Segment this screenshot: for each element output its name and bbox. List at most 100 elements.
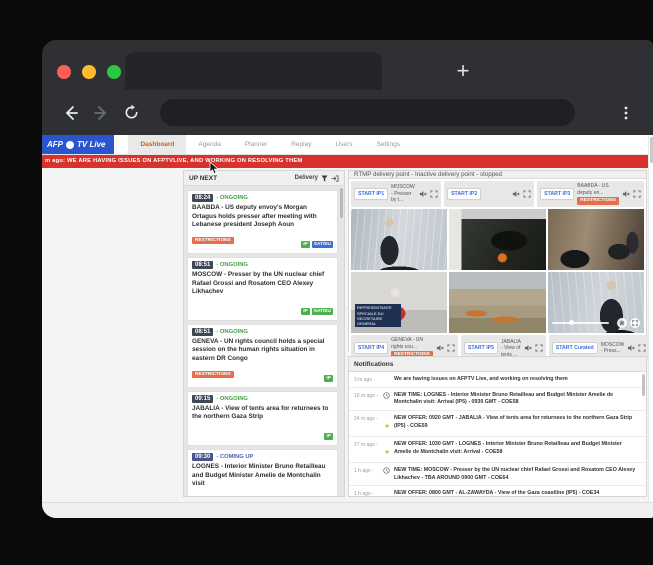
fullscreen-icon[interactable] (535, 344, 543, 352)
star-icon: ★ (384, 449, 390, 456)
up-next-item[interactable]: 08:24 - ONGOING BAABDA - US deputy envoy… (187, 190, 338, 254)
start-stream-button[interactable]: START IP3 (540, 188, 574, 200)
item-time-badge: 09:15 (192, 395, 213, 403)
app-nav-item-replay[interactable]: Replay (279, 135, 323, 154)
fullscreen-icon[interactable] (523, 190, 531, 198)
notification-text: NEW TIME: LOGNES - Interior Minister Bru… (394, 392, 638, 407)
notification-row[interactable]: 16 m ago - NEW TIME: LOGNES - Interior M… (349, 388, 646, 411)
fullscreen-icon[interactable] (633, 190, 641, 198)
notification-time-ago: 24 m ago - (354, 415, 380, 422)
fullscreen-icon[interactable] (638, 344, 646, 352)
app-footer (42, 502, 653, 518)
speaker-muted-icon[interactable] (627, 344, 635, 352)
notification-text: NEW OFFER: 0920 GMT - JABALIA - View of … (394, 415, 638, 430)
up-next-item[interactable]: 09:15 - ONGOING JABALIA - View of tents … (187, 391, 338, 446)
afp-tv-live-app: AFP TV Live DashboardAgendaPlannerReplay… (42, 135, 653, 518)
start-stream-button[interactable]: START IP2 (447, 188, 481, 200)
browser-menu-icon[interactable] (619, 105, 639, 121)
app-nav-item-dashboard[interactable]: Dashboard (128, 135, 186, 154)
notification-text: NEW OFFER: 1030 GMT - LOGNES - Interior … (394, 441, 638, 456)
notification-row[interactable]: 3 m ago - We are having issues on AFPTV … (349, 372, 646, 388)
video-thumb-camera-room[interactable] (449, 209, 545, 270)
up-next-title: UP NEXT (189, 175, 217, 182)
item-status: - COMING UP (216, 454, 253, 460)
fullscreen-icon[interactable] (447, 344, 455, 352)
afp-tv-live-logo[interactable]: AFP TV Live (42, 135, 114, 154)
afp-globe-icon (66, 141, 74, 149)
video-thumb-jabalia-aerial[interactable] (449, 272, 545, 333)
delivery-badge: IP (324, 375, 333, 382)
start-stream-button[interactable]: START IP4 (354, 342, 388, 354)
item-time-badge: 08:51 (192, 261, 213, 269)
speaker-muted-icon[interactable] (524, 344, 532, 352)
notifications-title: Notifications (349, 357, 646, 372)
video-scrubber[interactable] (552, 322, 609, 324)
clock-icon (383, 467, 391, 474)
notification-text: NEW TIME: MOSCOW - Presser by the UN nuc… (394, 467, 638, 482)
window-zoom-button[interactable] (107, 65, 121, 79)
video-settings-gear-icon[interactable] (617, 318, 627, 328)
video-grid: REPRESENTANTE SPECIALE DU SECRETAIRE GEN… (349, 209, 646, 333)
start-stream-button[interactable]: START IP5 (464, 342, 498, 354)
refresh-button[interactable] (116, 98, 146, 128)
video-thumb-moscow-grossi[interactable] (351, 209, 447, 270)
notification-row[interactable]: 1 h ago - NEW TIME: MOSCOW - Presser by … (349, 463, 646, 486)
item-time-badge: 08:24 (192, 194, 213, 202)
notification-row[interactable]: 24 m ago - ★ NEW OFFER: 0920 GMT - JABAL… (349, 411, 646, 437)
stream-label: MOSCOW - Presser by t... (391, 184, 415, 203)
item-status: - ONGOING (216, 262, 248, 268)
notification-text: NEW OFFER: 0800 GMT - AL-ZAWAYDA - View … (394, 490, 599, 496)
notification-text: We are having issues on AFPTV Live, and … (394, 376, 568, 384)
delivery-label: Delivery (295, 175, 318, 181)
app-nav-item-settings[interactable]: Settings (364, 135, 412, 154)
item-time-badge: 08:51 (192, 328, 213, 336)
video-fullscreen-icon[interactable] (630, 318, 640, 328)
speaker-muted-icon[interactable] (512, 190, 520, 198)
notifications-panel: Notifications 3 m ago - We are having is… (348, 356, 647, 497)
page-scrollbar[interactable] (648, 135, 653, 502)
video-thumb-baabda-pressroom[interactable] (548, 209, 644, 270)
up-next-item[interactable]: 08:51 - ONGOING MOSCOW - Presser by the … (187, 257, 338, 321)
up-next-item[interactable]: 08:51 - ONGOING GENEVA - UN rights counc… (187, 324, 338, 388)
up-next-item[interactable]: 09:30 - COMING UP LOGNES - Interior Mini… (187, 449, 338, 496)
speaker-muted-icon[interactable] (622, 190, 630, 198)
speaker-muted-icon[interactable] (419, 190, 427, 198)
fullscreen-icon[interactable] (430, 190, 438, 198)
notification-row[interactable]: 1 h ago - ★ NEW OFFER: 0800 GMT - AL-ZAW… (349, 486, 646, 496)
notifications-scrollbar[interactable] (642, 374, 645, 396)
back-button[interactable] (56, 98, 86, 128)
app-nav-item-users[interactable]: Users (323, 135, 364, 154)
stream-label: MOSCOW - Press... (601, 342, 625, 355)
video-thumb-moscow-closeup[interactable] (548, 272, 644, 333)
delivery-badge: IP (301, 308, 310, 315)
mouse-cursor (209, 161, 220, 175)
item-title: JABALIA - View of tents area for returne… (192, 405, 333, 422)
item-status: - ONGOING (216, 195, 248, 201)
video-thumb-geneva-speaker[interactable]: REPRESENTANTE SPECIALE DU SECRETAIRE GEN… (351, 272, 447, 333)
item-status: - ONGOING (216, 396, 248, 402)
app-nav-item-agenda[interactable]: Agenda (186, 135, 232, 154)
forward-button[interactable] (86, 98, 116, 128)
notification-time-ago: 3 m ago - (354, 376, 380, 383)
brand-tv-live: TV Live (77, 140, 105, 149)
address-bar[interactable] (160, 99, 575, 126)
up-next-panel: UP NEXT Delivery 08:24 - ONGOING BAABDA … (183, 170, 345, 497)
start-stream-button[interactable]: START IP1 (354, 188, 388, 200)
collapse-panel-icon[interactable] (331, 175, 339, 182)
notification-row[interactable]: 27 m ago - ★ NEW OFFER: 1030 GMT - LOGNE… (349, 437, 646, 463)
delivery-badge: SAT/EU (312, 308, 333, 315)
up-next-scrollbar[interactable] (340, 188, 343, 218)
start-stream-button[interactable]: START Curated (552, 342, 598, 354)
speaker-muted-icon[interactable] (436, 344, 444, 352)
rtmp-panel: RTMP delivery point - Inactive delivery … (348, 170, 647, 352)
notification-time-ago: 16 m ago - (354, 392, 380, 399)
window-minimize-button[interactable] (82, 65, 96, 79)
window-close-button[interactable] (57, 65, 71, 79)
new-tab-button[interactable]: + (450, 58, 476, 84)
delivery-badge: SAT/EU (312, 241, 333, 248)
filter-funnel-icon[interactable] (321, 175, 328, 182)
app-nav-item-planner[interactable]: Planner (233, 135, 279, 154)
browser-tab[interactable] (125, 52, 382, 90)
browser-navbar (42, 90, 653, 135)
app-header: AFP TV Live DashboardAgendaPlannerReplay… (42, 135, 653, 155)
